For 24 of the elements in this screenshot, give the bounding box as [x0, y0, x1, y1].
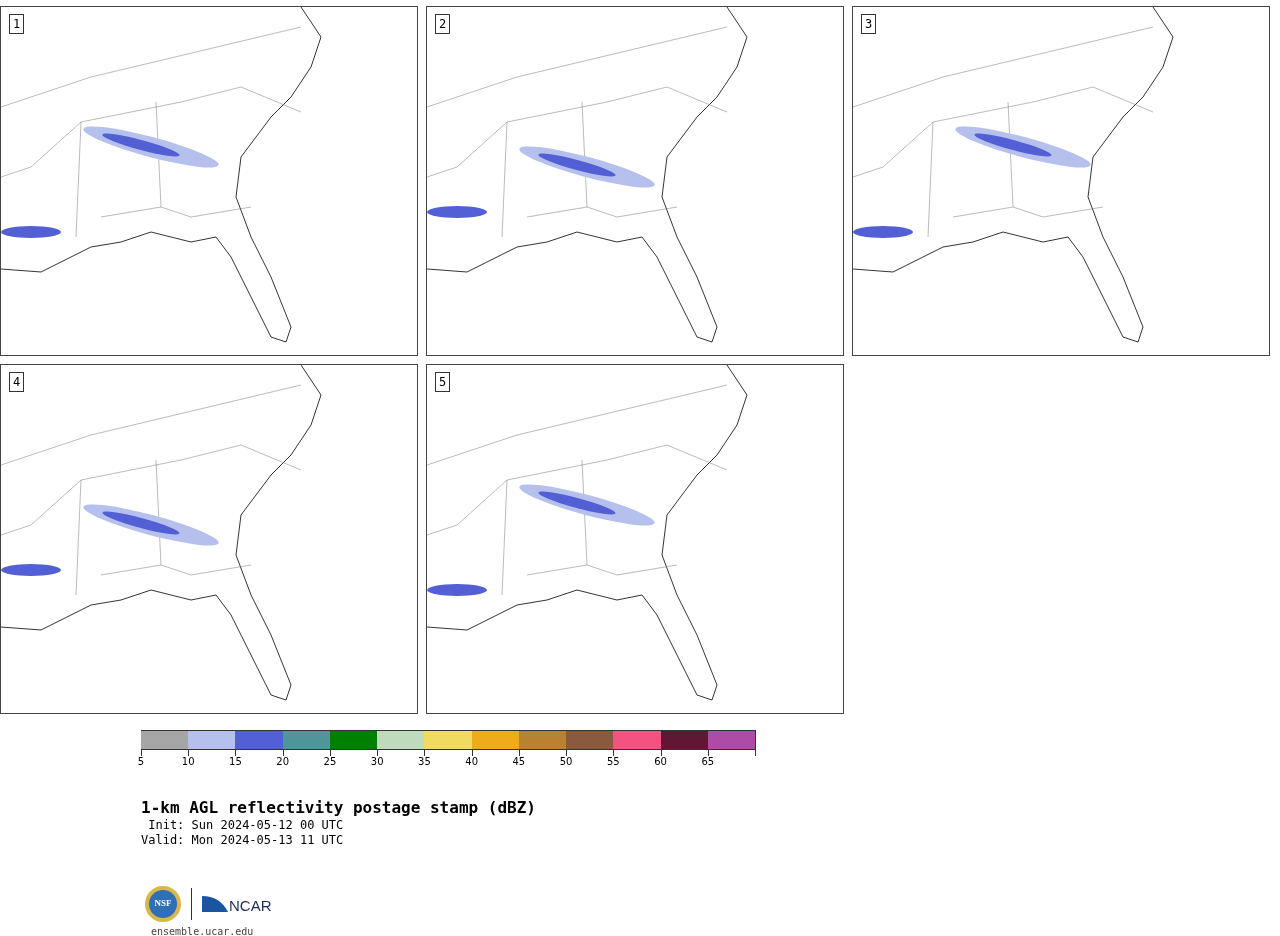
- panel-number: 5: [435, 372, 451, 392]
- tick-label: 25: [323, 756, 337, 768]
- tick-label: 30: [370, 756, 384, 768]
- site-url: ensemble.ucar.edu: [151, 926, 255, 936]
- panel-number: 2: [435, 14, 451, 34]
- tick-label: 60: [654, 756, 667, 768]
- tick-label: 20: [276, 756, 290, 768]
- chart-title: 1-km AGL reflectivity postage stamp (dBZ): [141, 798, 537, 818]
- valid-time: Valid: Mon 2024-05-13 11 UTC: [141, 833, 345, 848]
- panel-number: 1: [9, 14, 25, 34]
- tick-label: 65: [701, 756, 715, 768]
- tick-label: 10: [181, 756, 195, 768]
- panel-number: 3: [861, 14, 877, 34]
- tick-label: 5: [137, 756, 145, 768]
- tick-label: 40: [465, 756, 478, 768]
- init-time: Init: Sun 2024-05-12 00 UTC: [147, 818, 345, 833]
- panel-number: 4: [9, 372, 25, 392]
- tick-label: 45: [512, 756, 526, 768]
- tick-label: 55: [607, 756, 620, 768]
- ncar-logo: NCAR: [202, 894, 272, 914]
- tick-label: 15: [229, 756, 242, 768]
- seal-logo: NSF: [145, 886, 181, 922]
- tick-label: 35: [418, 756, 431, 768]
- tick-label: 50: [559, 756, 573, 768]
